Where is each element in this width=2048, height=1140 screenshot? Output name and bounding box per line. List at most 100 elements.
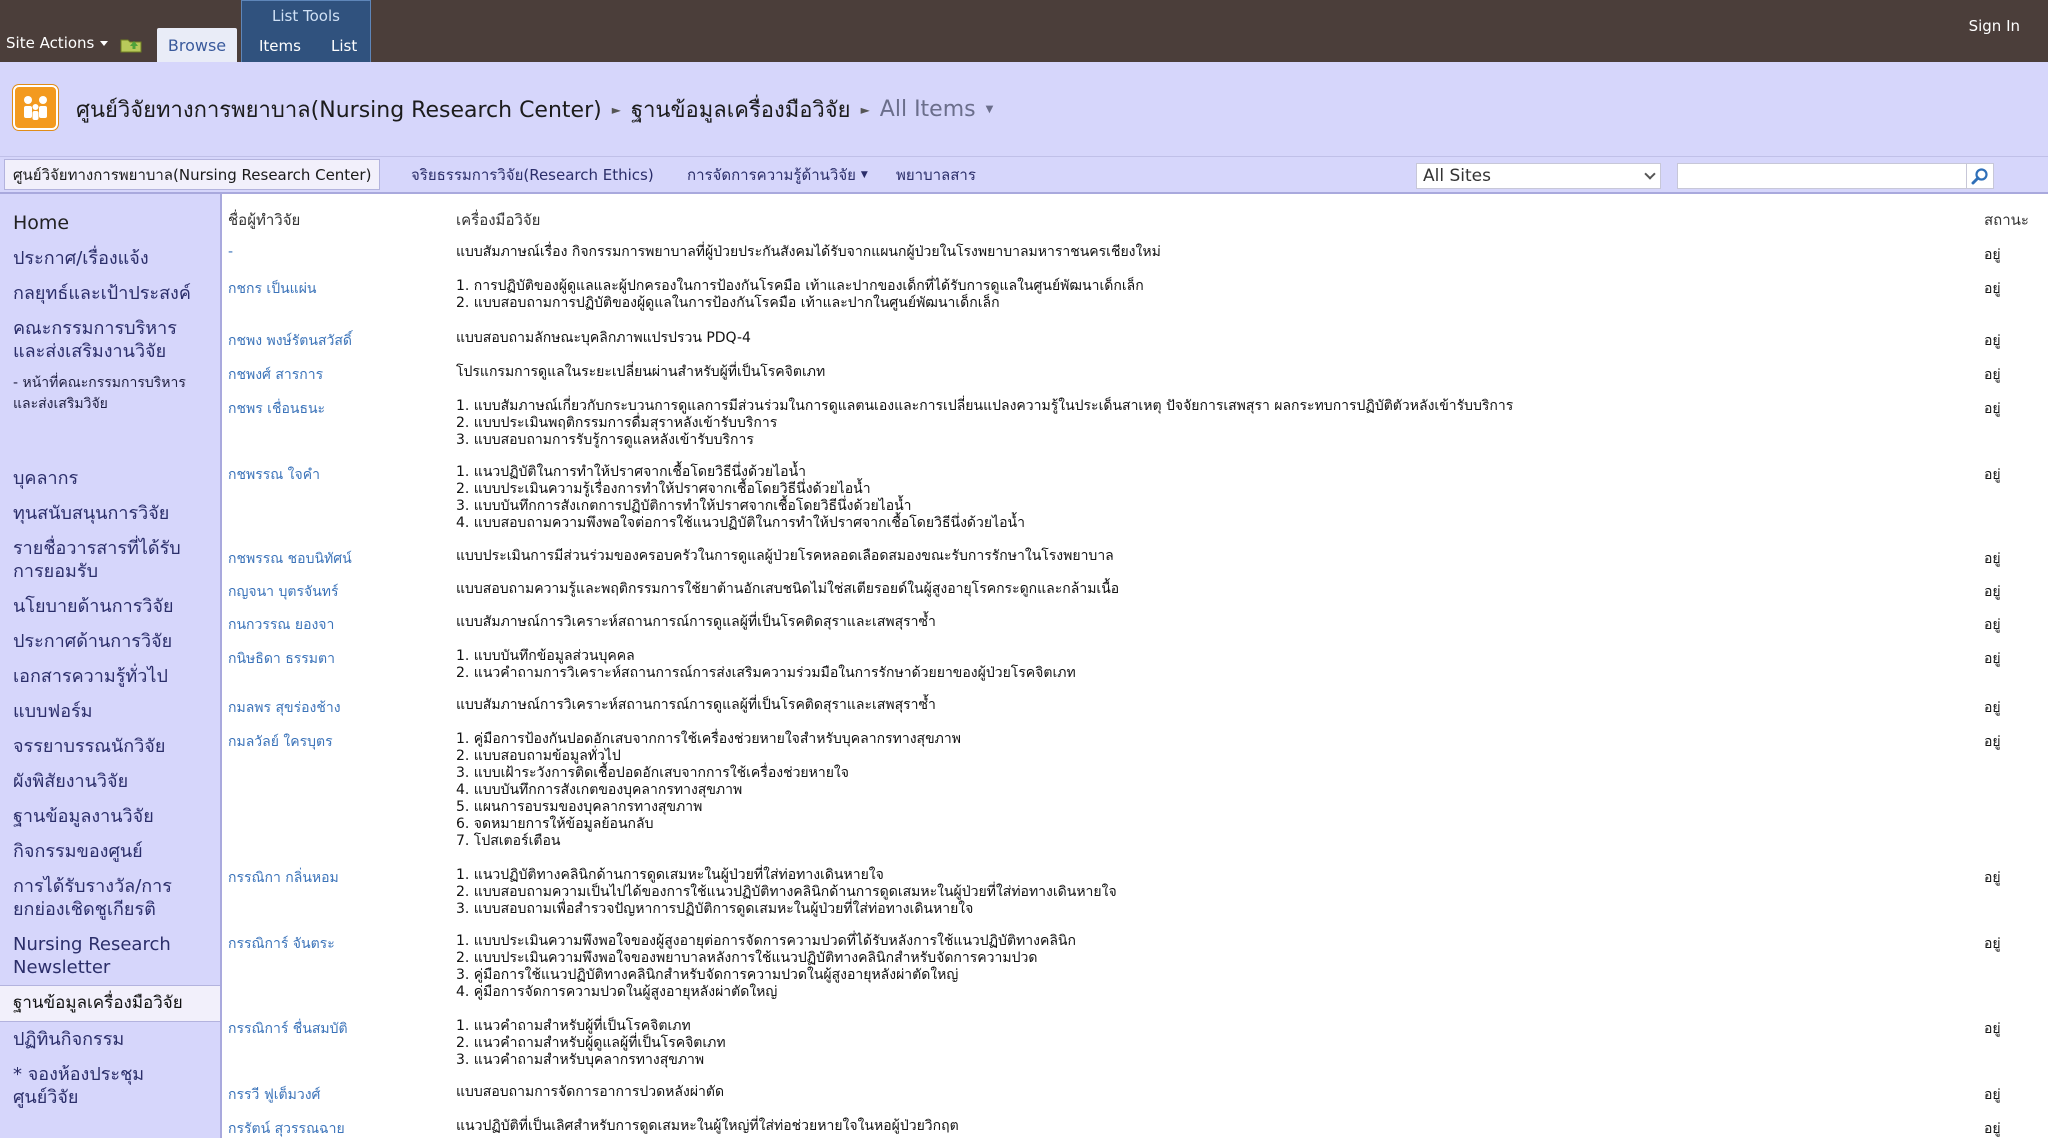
sidebar-item-calendar[interactable]: ปฏิทินกิจกรรม xyxy=(0,1022,220,1057)
topnav-item-home[interactable]: ศูนย์วิจัยทางการพยาบาล(Nursing Research … xyxy=(4,159,381,190)
researcher-name-link[interactable]: กชกร เป็นแผ่น xyxy=(228,278,316,300)
status-cell: อยู่ xyxy=(1984,617,2001,633)
sidebar-item-committee[interactable]: คณะกรรมการบริหารและส่งเสริมงานวิจัย xyxy=(0,311,220,369)
search-input[interactable] xyxy=(1677,163,1967,189)
instrument-line: 2. แบบสอบถามความเป็นไปได้ของการใช้แนวปฏิ… xyxy=(456,884,1117,900)
breadcrumb-list[interactable]: ฐานข้อมูลเครื่องมือวิจัย xyxy=(631,92,851,127)
instrument-line: 4. แบบสอบถามความพึงพอใจต่อการใช้แนวปฏิบั… xyxy=(456,515,1025,531)
instrument-line: 3. แบบเฝ้าระวังการติดเชื้อปอดอักเสบจากกา… xyxy=(456,765,849,781)
view-selector[interactable]: All Items xyxy=(880,97,976,122)
topnav-item-research-ethics[interactable]: จริยธรรมการวิจัย(Research Ethics) xyxy=(411,157,654,193)
researcher-name-link[interactable]: กรรณิการ์ ชื่นสมบัติ xyxy=(228,1018,348,1040)
researcher-name-link[interactable]: กชพงศ์ สารการ xyxy=(228,364,323,386)
sidebar-item-general-documents[interactable]: เอกสารความรู้ทั่วไป xyxy=(0,659,220,694)
instrument-line: แบบสัมภาษณ์การวิเคราะห์สถานการณ์การดูแลผ… xyxy=(456,697,936,713)
tab-items[interactable]: Items xyxy=(259,37,301,55)
topnav-item-knowledge-management[interactable]: การจัดการความรู้ด้านวิจัย ▼ xyxy=(687,157,868,193)
status-cell: อยู่ xyxy=(1984,401,2001,417)
sidebar-item-announcements[interactable]: ประกาศ/เรื่องแจ้ง xyxy=(0,241,220,276)
list-tools-group: List Tools Items List xyxy=(241,0,371,62)
sidebar-item-personnel[interactable]: บุคลากร xyxy=(0,461,220,496)
researcher-name-link[interactable]: กชพร เชื่อนธนะ xyxy=(228,398,325,420)
sidebar-item-accepted-journals[interactable]: รายชื่อวารสารที่ได้รับการยอมรับ xyxy=(0,531,220,589)
site-logo[interactable] xyxy=(13,85,58,130)
top-navigation: ศูนย์วิจัยทางการพยาบาล(Nursing Research … xyxy=(0,156,2048,194)
sidebar-item-home[interactable]: Home xyxy=(0,206,220,241)
title-band: ศูนย์วิจัยทางการพยาบาล(Nursing Research … xyxy=(0,62,2048,156)
instrument-line: แบบสัมภาษณ์การวิเคราะห์สถานการณ์การดูแลผ… xyxy=(456,614,936,630)
sidebar-item-instrument-database[interactable]: ฐานข้อมูลเครื่องมือวิจัย xyxy=(0,985,220,1022)
list-view: ชื่อผู้ทำวิจัย เครื่องมือวิจัย สถานะ - แบ… xyxy=(222,194,2048,1138)
sidebar-item-strategy[interactable]: กลยุทธ์และเป้าประสงค์ xyxy=(0,276,220,311)
sidebar-subitem-committee-duties[interactable]: - หน้าที่คณะกรรมการบริหารและส่งเสริมวิจั… xyxy=(0,369,220,419)
sidebar-item-grants[interactable]: ทุนสนับสนุนการวิจัย xyxy=(0,496,220,531)
researcher-name-link[interactable]: กมลวัลย์ ใครบุตร xyxy=(228,731,333,753)
sidebar-item-awards[interactable]: การได้รับรางวัล/การยกย่องเชิดชูเกียรติ xyxy=(0,869,220,927)
instrument-cell: 1. แบบประเมินความพึงพอใจของผู้สูงอายุต่อ… xyxy=(456,933,1076,1001)
search-button[interactable] xyxy=(1967,163,1994,189)
status-cell: อยู่ xyxy=(1984,333,2001,349)
researcher-name-link[interactable]: กรรวี ฟูเต็มวงศ์ xyxy=(228,1084,320,1106)
instrument-cell: แบบสอบถามความรู้และพฤติกรรมการใช้ยาต้านอ… xyxy=(456,581,1119,598)
chevron-down-icon xyxy=(1644,168,1656,180)
status-cell: อยู่ xyxy=(1984,1087,2001,1103)
instrument-line: แบบสอบถามความรู้และพฤติกรรมการใช้ยาต้านอ… xyxy=(456,581,1120,597)
instrument-line: แบบประเมินการมีส่วนร่วมของครอบครัวในการด… xyxy=(456,548,1114,564)
instrument-line: 1. แบบบันทึกข้อมูลส่วนบุคคล xyxy=(456,648,635,664)
column-header-instrument[interactable]: เครื่องมือวิจัย xyxy=(456,208,540,232)
instrument-line: 5. แผนการอบรมของบุคลากรทางสุขภาพ xyxy=(456,799,703,815)
instrument-cell: แบบประเมินการมีส่วนร่วมของครอบครัวในการด… xyxy=(456,548,1114,565)
tab-list[interactable]: List xyxy=(331,37,357,55)
sidebar-item-research-policy[interactable]: นโยบายด้านการวิจัย xyxy=(0,589,220,624)
instrument-line: 2. แบบสอบถามข้อมูลทั่วไป xyxy=(456,748,621,764)
sidebar-item-research-scope[interactable]: ผังพิสัยงานวิจัย xyxy=(0,764,220,799)
breadcrumb-arrow-icon: ► xyxy=(860,102,870,117)
chevron-down-icon[interactable]: ▼ xyxy=(986,104,994,115)
researcher-name-link[interactable]: กนิษธิดา ธรรมตา xyxy=(228,648,335,670)
sidebar-item-research-database[interactable]: ฐานข้อมูลงานวิจัย xyxy=(0,799,220,834)
status-cell: อยู่ xyxy=(1984,584,2001,600)
researcher-name-link[interactable]: - xyxy=(228,244,233,260)
instrument-line: แบบสอบถามการจัดการอาการปวดหลังผ่าตัด xyxy=(456,1084,725,1100)
breadcrumb-site[interactable]: ศูนย์วิจัยทางการพยาบาล(Nursing Research … xyxy=(76,92,602,127)
researcher-name-link[interactable]: กชพรรณ ชอบนิทัศน์ xyxy=(228,548,352,570)
status-cell: อยู่ xyxy=(1984,870,2001,886)
instrument-line: แบบสัมภาษณ์เรื่อง กิจกรรมการพยาบาลที่ผู้… xyxy=(456,244,1161,260)
researcher-name-link[interactable]: กรรณิการ์ จันตระ xyxy=(228,933,335,955)
status-cell: อยู่ xyxy=(1984,247,2001,263)
sidebar-item-room-booking[interactable]: * จองห้องประชุมศูนย์วิจัย xyxy=(0,1057,220,1115)
instrument-cell: แบบสัมภาษณ์เรื่อง กิจกรรมการพยาบาลที่ผู้… xyxy=(456,244,1161,261)
researcher-name-link[interactable]: กนกวรรณ ยองจา xyxy=(228,614,334,636)
search-scope-select[interactable]: All Sites xyxy=(1416,163,1661,189)
ribbon-bar: Site Actions Browse List Tools Items Lis… xyxy=(0,0,2048,62)
researcher-name-link[interactable]: กรรัตน์ สุวรรณฉาย xyxy=(228,1118,345,1140)
sidebar-item-research-announcements[interactable]: ประกาศด้านการวิจัย xyxy=(0,624,220,659)
instrument-cell: 1. การปฏิบัติของผู้ดูแลและผู้ปกครองในการ… xyxy=(456,278,1144,312)
navigate-up-icon[interactable] xyxy=(120,35,142,53)
researcher-name-link[interactable]: กรรณิกา กลิ่นหอม xyxy=(228,867,339,889)
site-actions-menu[interactable]: Site Actions xyxy=(6,34,109,52)
researcher-name-link[interactable]: กชพรรณ ใจคำ xyxy=(228,464,320,486)
sidebar-item-center-activities[interactable]: กิจกรรมของศูนย์ xyxy=(0,834,220,869)
search-scope-value: All Sites xyxy=(1423,166,1491,186)
status-cell: อยู่ xyxy=(1984,651,2001,667)
topnav-item-journal[interactable]: พยาบาลสาร xyxy=(896,157,976,193)
instrument-cell: 1. แนวปฏิบัติทางคลินิกด้านการดูดเสมหะในผ… xyxy=(456,867,1117,918)
instrument-cell: 1. แบบบันทึกข้อมูลส่วนบุคคล 2. แนวคำถามกา… xyxy=(456,648,1076,682)
researcher-name-link[interactable]: กชพง พงษ์รัตนสวัสดิ์ xyxy=(228,330,352,352)
column-header-researcher[interactable]: ชื่อผู้ทำวิจัย xyxy=(228,208,300,232)
instrument-cell: โปรแกรมการดูแลในระยะเปลี่ยนผ่านสำหรับผู้… xyxy=(456,364,825,381)
instrument-line: 1. การปฏิบัติของผู้ดูแลและผู้ปกครองในการ… xyxy=(456,278,1144,294)
main-area: Home ประกาศ/เรื่องแจ้ง กลยุทธ์และเป้าประ… xyxy=(0,194,2048,1138)
instrument-line: 2. แบบประเมินความพึงพอใจของพยาบาลหลังการ… xyxy=(456,950,1038,966)
chevron-down-icon xyxy=(100,40,109,46)
sidebar-item-forms[interactable]: แบบฟอร์ม xyxy=(0,694,220,729)
sidebar-item-newsletter[interactable]: Nursing Research Newsletter xyxy=(0,927,220,985)
researcher-name-link[interactable]: กญจนา บุตรจันทร์ xyxy=(228,581,339,603)
researcher-name-link[interactable]: กมลพร สุขร่องช้าง xyxy=(228,697,341,719)
sign-in-link[interactable]: Sign In xyxy=(1969,17,2020,35)
instrument-line: 3. แนวคำถามสำหรับบุคลากรทางสุขภาพ xyxy=(456,1052,705,1068)
tab-browse[interactable]: Browse xyxy=(157,28,237,62)
column-header-status[interactable]: สถานะ xyxy=(1984,208,2029,232)
sidebar-item-researcher-ethics[interactable]: จรรยาบรรณนักวิจัย xyxy=(0,729,220,764)
